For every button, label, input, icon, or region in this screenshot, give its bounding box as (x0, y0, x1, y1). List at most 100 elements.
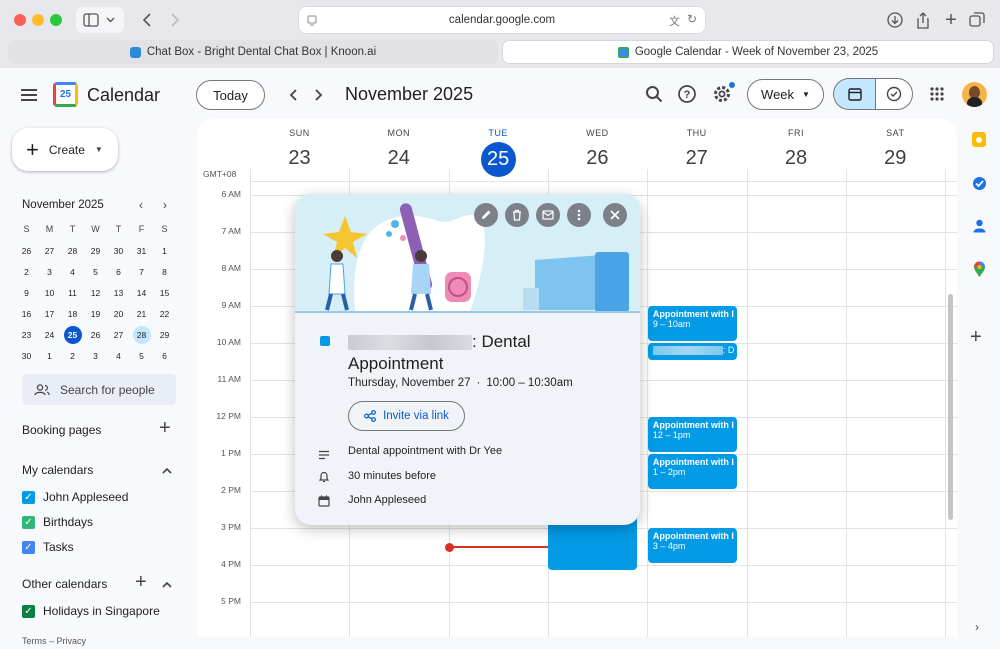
mini-day[interactable]: 28 (61, 241, 84, 262)
event-block[interactable]: : D (647, 343, 737, 360)
mini-day[interactable]: 2 (15, 262, 38, 283)
event-block[interactable]: Appointment with I9 – 10am (647, 306, 737, 341)
day-number[interactable]: 23 (250, 147, 349, 170)
new-tab-icon[interactable]: + (940, 9, 962, 31)
grid-scrollbar[interactable] (948, 294, 953, 520)
next-week-icon[interactable] (302, 79, 334, 111)
collapse-my-calendars-icon[interactable] (161, 463, 173, 481)
tab-google-calendar[interactable]: Google Calendar - Week of November 23, 2… (502, 40, 994, 64)
event-block[interactable]: Appointment with I3 – 4pm (647, 528, 737, 563)
mini-day[interactable]: 1 (38, 346, 61, 367)
mini-day[interactable]: 15 (153, 283, 176, 304)
footer-links[interactable]: Terms – Privacy (22, 636, 86, 646)
mini-day[interactable]: 17 (38, 304, 61, 325)
mini-day[interactable]: 1 (153, 241, 176, 262)
calendar-item-birthdays[interactable]: ✓ Birthdays (22, 515, 93, 529)
mini-day[interactable]: 19 (84, 304, 107, 325)
minimize-window-icon[interactable] (32, 14, 44, 26)
day-number-today[interactable]: 25 (480, 142, 516, 177)
help-icon[interactable]: ? (671, 78, 703, 110)
tasks-icon[interactable] (972, 176, 987, 196)
maps-icon[interactable] (973, 261, 986, 283)
mini-day[interactable]: 10 (38, 283, 61, 304)
mini-day[interactable]: 9 (15, 283, 38, 304)
search-icon[interactable] (638, 78, 670, 110)
checkbox-checked-icon[interactable]: ✓ (22, 540, 35, 554)
add-other-calendar-icon[interactable]: + (135, 572, 147, 592)
mini-day[interactable]: 8 (153, 262, 176, 283)
calendar-view-toggle[interactable] (833, 78, 875, 110)
mini-day[interactable]: 14 (130, 283, 153, 304)
edit-pencil-icon[interactable] (474, 203, 498, 227)
expand-side-panel-icon[interactable]: › (975, 620, 979, 634)
add-booking-page-icon[interactable]: + (159, 418, 171, 438)
today-button[interactable]: Today (196, 80, 265, 110)
mini-day[interactable]: 18 (61, 304, 84, 325)
mini-prev-month-icon[interactable]: ‹ (139, 198, 143, 212)
delete-trash-icon[interactable] (505, 203, 529, 227)
mini-day[interactable]: 20 (107, 304, 130, 325)
downloads-icon[interactable] (884, 9, 906, 31)
mini-day[interactable]: 27 (38, 241, 61, 262)
day-number[interactable]: 28 (747, 147, 846, 170)
mini-day[interactable]: 5 (84, 262, 107, 283)
mini-day[interactable]: 29 (84, 241, 107, 262)
day-number[interactable]: 27 (647, 147, 746, 170)
share-icon[interactable] (912, 9, 934, 31)
forward-icon[interactable] (164, 8, 186, 32)
back-icon[interactable] (136, 8, 158, 32)
mini-day[interactable]: 16 (15, 304, 38, 325)
other-calendars-title[interactable]: Other calendars (22, 577, 107, 591)
mini-day-selected[interactable]: 28 (132, 326, 151, 344)
main-menu-icon[interactable] (16, 83, 42, 107)
calendar-item-holidays[interactable]: ✓ Holidays in Singapore (22, 604, 160, 618)
mini-day[interactable]: 26 (15, 241, 38, 262)
apps-grid-icon[interactable] (921, 78, 953, 110)
day-number[interactable]: 26 (548, 147, 647, 170)
event-block[interactable]: Appointment with I1 – 2pm (647, 454, 737, 489)
calendar-item-john-appleseed[interactable]: ✓ John Appleseed (22, 490, 128, 504)
collapse-other-calendars-icon[interactable] (161, 577, 173, 595)
calendar-item-tasks[interactable]: ✓ Tasks (22, 540, 74, 554)
mini-day[interactable]: 3 (84, 346, 107, 367)
add-addon-icon[interactable]: + (970, 327, 982, 347)
more-options-icon[interactable] (567, 203, 591, 227)
mini-day[interactable]: 3 (38, 262, 61, 283)
sidebar-toggle-icon[interactable] (76, 7, 124, 33)
event-block[interactable]: Appointment with I 12 – 1pm (647, 417, 737, 452)
address-bar[interactable]: calendar.google.com 文 ↻ (298, 6, 706, 34)
mini-day[interactable]: 30 (15, 346, 38, 367)
my-calendars-title[interactable]: My calendars (22, 463, 93, 477)
mini-day[interactable]: 7 (130, 262, 153, 283)
checkbox-checked-icon[interactable]: ✓ (22, 515, 35, 529)
account-avatar[interactable] (962, 82, 987, 107)
mini-day[interactable]: 21 (130, 304, 153, 325)
checkbox-checked-icon[interactable]: ✓ (22, 604, 35, 618)
create-button[interactable]: + Create ▼ (12, 128, 118, 171)
translate-icon[interactable]: 文 (669, 13, 680, 29)
tab-overview-icon[interactable] (966, 9, 988, 31)
reload-icon[interactable]: ↻ (687, 12, 697, 26)
mini-day[interactable]: 13 (107, 283, 130, 304)
mini-day[interactable]: 12 (84, 283, 107, 304)
day-number[interactable]: 24 (349, 147, 448, 170)
checkbox-checked-icon[interactable]: ✓ (22, 490, 35, 504)
mini-day[interactable]: 6 (153, 346, 176, 367)
mini-day[interactable]: 30 (107, 241, 130, 262)
mini-day[interactable]: 11 (61, 283, 84, 304)
mini-day-today[interactable]: 25 (63, 326, 82, 344)
mini-day[interactable]: 5 (130, 346, 153, 367)
zoom-window-icon[interactable] (50, 14, 62, 26)
mini-day[interactable]: 26 (84, 325, 107, 346)
tab-knoon[interactable]: Chat Box - Bright Dental Chat Box | Knoo… (8, 40, 498, 64)
mini-day[interactable]: 22 (153, 304, 176, 325)
view-select-dropdown[interactable]: Week ▼ (747, 79, 824, 110)
mini-day[interactable]: 6 (107, 262, 130, 283)
keep-icon[interactable] (972, 132, 986, 147)
invite-via-link-button[interactable]: Invite via link (348, 401, 465, 431)
mini-day[interactable]: 27 (107, 325, 130, 346)
mini-day[interactable]: 4 (107, 346, 130, 367)
contacts-icon[interactable] (973, 219, 986, 238)
search-people-input[interactable]: Search for people (22, 374, 176, 405)
mini-day[interactable]: 29 (153, 325, 176, 346)
